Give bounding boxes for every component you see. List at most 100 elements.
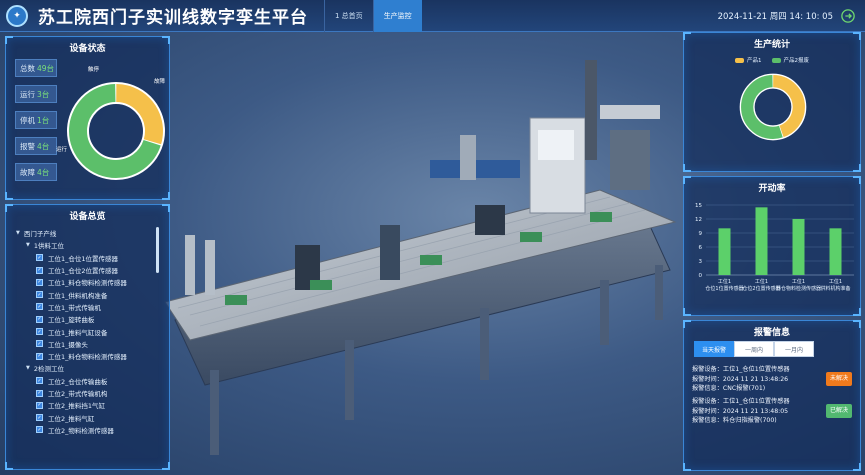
tree-node[interactable]: ✓ 工位1_带式传输机 [16, 301, 161, 313]
x-tick-label: 供料机构准备 [820, 285, 850, 292]
panel-title: 报警信息 [753, 328, 790, 338]
tree-checkbox[interactable]: ✓ [36, 389, 43, 397]
tree-node[interactable]: ✓ 工位1_料仓物料检测传感器 [16, 276, 161, 288]
bar[interactable] [718, 228, 731, 275]
tree-node-label: 西门子产线 [23, 230, 57, 239]
panel-title: 生产统计 [753, 40, 790, 50]
chevron-down-icon[interactable]: ▼ [16, 230, 20, 236]
alarm-item[interactable]: 报警设备：工位1_仓位1位置传感器 报警时间：2024 11 21 13:48:… [692, 397, 854, 427]
tree-checkbox[interactable]: ✓ [36, 414, 43, 422]
panel-title: 设备状态 [69, 44, 106, 54]
status-running[interactable]: 运行 3台 [15, 85, 57, 103]
tree-node[interactable]: ✓ 工位1_供料机构准备 [16, 288, 161, 300]
tree-node[interactable]: ▼ 西门子产线 [16, 227, 161, 239]
tree-checkbox[interactable]: ✓ [36, 328, 43, 336]
tree-checkbox[interactable]: ✓ [36, 254, 43, 262]
tree-checkbox[interactable]: ✓ [36, 266, 43, 274]
tree-node-label: 工位1_推料气缸设备 [48, 328, 108, 337]
legend-item[interactable]: 产品2报废 [771, 56, 809, 64]
tree-node[interactable]: ✓ 工位2_推料气缸 [16, 411, 161, 423]
y-tick-label: 3 [699, 259, 703, 265]
tree-node-label: 1供料工位 [33, 242, 64, 251]
chevron-down-icon[interactable]: ▼ [26, 365, 30, 371]
tab-week[interactable]: 一周内 [734, 341, 774, 357]
tree-node-label: 工位1_仓位2位置传感器 [48, 267, 119, 276]
utilization-rate-panel: 开动率 0 3 6 9 12 15 工位1 仓位1位置传感器 工位1 仓位2位置传感器 工位1 料仓物… [683, 176, 861, 316]
tree-checkbox[interactable]: ✓ [36, 291, 43, 299]
tree-node-label: 工位1_料仓物料检测传感器 [48, 279, 127, 288]
tree-node-label: 工位1_仓位1位置传感器 [48, 254, 119, 263]
bar[interactable] [829, 228, 842, 275]
tree-node-label: 工位2_仓位传输曲板 [48, 377, 108, 386]
tree-checkbox[interactable]: ✓ [36, 340, 43, 348]
y-tick-label: 15 [695, 203, 702, 209]
utilization-bar-chart: 03691215工位1仓位1位置传感器工位1仓位2位置传感器工位1料仓物料检测传… [695, 203, 854, 292]
panel-title: 设备总览 [69, 212, 106, 222]
tab-production-monitor[interactable]: 生产监控 [372, 0, 422, 32]
tree-node[interactable]: ✓ 工位1_仓位2位置传感器 [16, 264, 161, 276]
tree-node-label: 工位1_料仓物料检测传感器 [48, 353, 127, 362]
status-alarm[interactable]: 报警 4台 [15, 137, 57, 155]
tree-node-label: 工位1_旋转曲板 [48, 316, 95, 325]
alarm-item[interactable]: 报警设备：工位1_仓位1位置传感器 报警时间：2024 11 21 13:48:… [692, 365, 854, 395]
tree-checkbox[interactable]: ✓ [36, 377, 43, 385]
tree-checkbox[interactable]: ✓ [36, 278, 43, 286]
tree-scrollbar[interactable] [156, 227, 159, 273]
tree-node-label: 工位2_带式传输机构 [48, 390, 108, 398]
tree-checkbox[interactable]: ✓ [36, 315, 43, 323]
page-title: 苏工院西门子实训线数字孪生平台 [38, 8, 308, 28]
tree-node[interactable]: ✓ 工位1_摄像头 [16, 338, 161, 350]
production-legend: 产品1 产品2报废 [684, 56, 860, 64]
tree-node-label: 工位2_物料检测传感器 [48, 426, 114, 435]
main-nav: 1 总首页 生产监控 [324, 0, 422, 32]
x-tick-label: 仓位1位置传感器 [705, 285, 743, 292]
tree-node[interactable]: ▼ 2检测工位 [16, 362, 161, 374]
tree-node[interactable]: ✓ 工位2_仓位传输曲板 [16, 375, 161, 387]
status-badge-resolved[interactable]: 已解决 [826, 404, 852, 418]
tree-node[interactable]: ✓ 工位1_推料气缸设备 [16, 325, 161, 337]
tab-today[interactable]: 当天报警 [694, 341, 734, 357]
tree-node-label: 工位2_推料气缸 [48, 414, 95, 423]
equipment-tree: ▼ 西门子产线 ▼ 1供料工位 ✓ 工位1_仓位1位置传感器 ✓ 工位1_仓位2位置传感器 ✓ 工… [16, 227, 161, 436]
device-status-panel: 设备状态 总数 49台 运行 3台 停机 1台 报警 4台 故障 4台 触停 故障 运行 [5, 36, 170, 200]
x-tick-label: 料仓物料检测传感器 [776, 285, 821, 292]
exit-icon[interactable] [841, 9, 855, 23]
tree-node[interactable]: ✓ 工位2_推料挡1气缸 [16, 399, 161, 411]
tree-node[interactable]: ✓ 工位1_仓位1位置传感器 [16, 252, 161, 264]
y-tick-label: 6 [699, 245, 703, 251]
tab-home[interactable]: 1 总首页 [324, 0, 373, 32]
production-donut [739, 73, 807, 141]
equipment-overview-panel: 设备总览 ▼ 西门子产线 ▼ 1供料工位 ✓ 工位1_仓位1位置传感器 ✓ 工位1_仓位2位置… [5, 204, 170, 470]
x-tick-label: 仓位2位置传感器 [742, 285, 780, 292]
x-tick-label: 工位1 [829, 278, 842, 285]
legend-item[interactable]: 产品1 [735, 56, 762, 64]
tree-node-label: 工位2_推料挡1气缸 [48, 402, 106, 411]
tree-node[interactable]: ▼ 1供料工位 [16, 239, 161, 251]
tree-node[interactable]: ✓ 工位1_旋转曲板 [16, 313, 161, 325]
tab-month[interactable]: 一月内 [774, 341, 814, 357]
y-tick-label: 0 [699, 273, 703, 279]
tree-node[interactable]: ✓ 工位2_物料检测传感器 [16, 424, 161, 436]
y-tick-label: 9 [699, 231, 703, 237]
alarm-info-panel: 报警信息 当天报警 一周内 一月内 报警设备：工位1_仓位1位置传感器 报警时间… [683, 320, 861, 471]
tree-node-label: 2检测工位 [33, 365, 64, 374]
status-fault[interactable]: 故障 4台 [15, 163, 57, 181]
status-badge-unresolved[interactable]: 未解决 [826, 372, 852, 386]
logo-icon: ✦ [6, 4, 28, 27]
tree-node-label: 工位1_供料机构准备 [48, 291, 108, 300]
tree-checkbox[interactable]: ✓ [36, 303, 43, 311]
datetime-display: 2024-11-21 周四 14: 10: 05 [717, 12, 833, 22]
bar[interactable] [755, 207, 768, 275]
status-total[interactable]: 总数 49台 [15, 59, 57, 77]
chevron-down-icon[interactable]: ▼ [26, 242, 30, 248]
tree-checkbox[interactable]: ✓ [36, 352, 43, 360]
tree-checkbox[interactable]: ✓ [36, 401, 43, 409]
tree-node[interactable]: ✓ 工位1_料仓物料检测传感器 [16, 350, 161, 362]
donut-label-stop: 触停 [88, 67, 100, 73]
tree-node[interactable]: ✓ 工位2_带式传输机构 [16, 387, 161, 399]
tree-checkbox[interactable]: ✓ [36, 426, 43, 434]
bar[interactable] [792, 219, 805, 275]
production-line-3d-view[interactable] [130, 40, 690, 470]
status-stopped[interactable]: 停机 1台 [15, 111, 57, 129]
x-tick-label: 工位1 [792, 278, 805, 285]
